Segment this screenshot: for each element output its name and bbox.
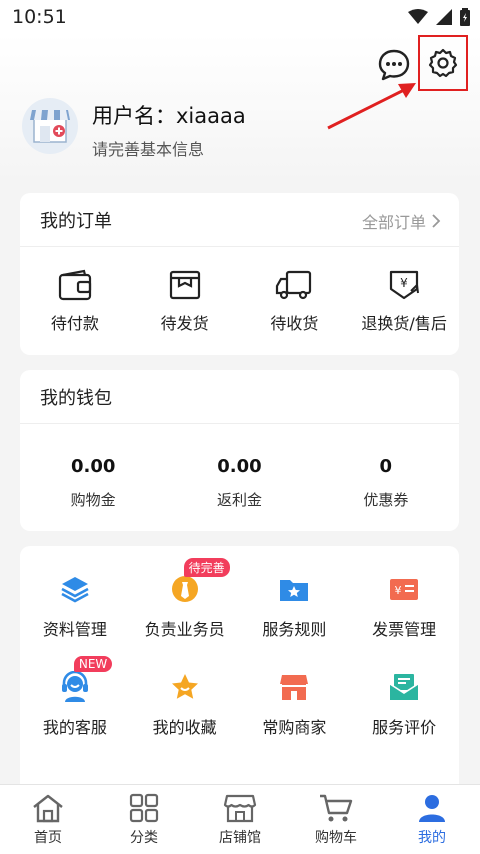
status-bar: 10:51 xyxy=(0,0,480,34)
wallet-title: 我的钱包 xyxy=(40,388,112,409)
service-customer-support-label: 我的客服 xyxy=(42,718,107,737)
order-status-row: 待付款 待发货 待收货 ¥ 退换货/售后 xyxy=(20,269,459,334)
service-customer-support[interactable]: NEW 我的客服 xyxy=(20,656,130,738)
avatar[interactable] xyxy=(22,98,78,154)
tab-home-label: 首页 xyxy=(34,830,62,846)
wallet-rebate-label: 返利金 xyxy=(216,491,262,509)
wallet-coupons-label: 优惠券 xyxy=(363,491,409,509)
wallet-coupons[interactable]: 0 优惠券 xyxy=(313,456,459,510)
service-salesman-label: 负责业务员 xyxy=(144,620,225,639)
wallet-coupons-value: 0 xyxy=(379,456,393,477)
order-refund[interactable]: ¥ 退换货/售后 xyxy=(349,269,459,334)
order-pending-payment[interactable]: 待付款 xyxy=(20,269,130,334)
shop-avatar-icon xyxy=(30,110,70,143)
chevron-right-icon xyxy=(432,214,441,228)
wallet-card: 我的钱包 0.00 购物金 0.00 返利金 0 优惠券 xyxy=(20,370,459,531)
service-invoice-label: 发票管理 xyxy=(372,620,437,639)
tab-category[interactable]: 分类 xyxy=(96,785,192,854)
tab-category-label: 分类 xyxy=(130,830,158,846)
orders-card: 我的订单 全部订单 待付款 待发货 待收货 ¥ 退换货/售后 xyxy=(20,193,459,355)
tab-mine[interactable]: 我的 xyxy=(384,785,480,854)
wallet-rebate[interactable]: 0.00 返利金 xyxy=(166,456,312,510)
user-icon xyxy=(419,795,445,822)
store-icon xyxy=(223,794,257,823)
service-invoice[interactable]: ¥ 发票管理 xyxy=(349,572,459,640)
service-salesman[interactable]: 待完善 负责业务员 xyxy=(130,558,240,640)
service-frequent-merchants[interactable]: 常购商家 xyxy=(240,670,350,738)
service-profile-management-label: 资料管理 xyxy=(42,620,107,639)
signal-icon xyxy=(436,9,452,25)
bottom-tab-bar: 首页 分类 店铺馆 购物车 我的 xyxy=(0,784,480,854)
divider xyxy=(20,423,459,424)
box-icon xyxy=(169,270,200,300)
home-icon xyxy=(33,794,63,823)
all-orders-label: 全部订单 xyxy=(361,213,426,232)
service-rules[interactable]: 服务规则 xyxy=(240,572,350,640)
service-profile-management[interactable]: 资料管理 xyxy=(20,572,130,640)
shop-icon xyxy=(280,675,309,700)
order-refund-label: 退换货/售后 xyxy=(361,314,447,333)
battery-icon xyxy=(460,8,470,26)
services-row-1: 资料管理 待完善 负责业务员 服务规则 ¥ 发票管理 xyxy=(20,558,459,640)
tab-store[interactable]: 店铺馆 xyxy=(192,785,288,854)
message-button[interactable] xyxy=(377,48,411,82)
service-favorites-label: 我的收藏 xyxy=(152,718,217,737)
service-frequent-merchants-label: 常购商家 xyxy=(262,718,327,737)
invoice-icon: ¥ xyxy=(390,579,419,600)
order-pending-payment-label: 待付款 xyxy=(50,314,99,333)
svg-text:¥: ¥ xyxy=(395,584,402,597)
star-icon xyxy=(171,674,198,699)
order-pending-receipt-label: 待收货 xyxy=(270,314,319,333)
truck-icon xyxy=(276,270,312,300)
svg-text:¥: ¥ xyxy=(400,276,408,290)
orders-title: 我的订单 xyxy=(40,211,112,232)
salesman-icon xyxy=(171,576,198,602)
wifi-icon xyxy=(408,9,428,24)
wallet-icon xyxy=(58,269,91,301)
headset-icon xyxy=(61,671,88,702)
username: 用户名：xiaaaa xyxy=(92,104,246,128)
wallet-rebate-value: 0.00 xyxy=(217,456,262,477)
all-orders-link[interactable]: 全部订单 xyxy=(362,209,441,233)
order-pending-receipt[interactable]: 待收货 xyxy=(240,269,350,334)
wallet-shopping-credit-value: 0.00 xyxy=(70,456,116,477)
tab-store-label: 店铺馆 xyxy=(219,830,261,846)
cart-icon xyxy=(320,794,353,822)
order-pending-shipment[interactable]: 待发货 xyxy=(130,269,240,334)
badge-new: NEW xyxy=(73,656,113,672)
tab-home[interactable]: 首页 xyxy=(0,785,96,854)
annotation-arrow-icon xyxy=(327,83,416,130)
status-icons xyxy=(408,8,470,26)
divider xyxy=(20,246,459,247)
layers-icon xyxy=(61,577,89,603)
wallet-shopping-credit-label: 购物金 xyxy=(70,491,116,509)
service-review-label: 服务评价 xyxy=(372,718,437,737)
complete-profile-link[interactable]: 请完善基本信息 xyxy=(92,136,204,160)
refund-icon: ¥ xyxy=(390,270,420,300)
status-time: 10:51 xyxy=(12,6,67,28)
tab-mine-label: 我的 xyxy=(418,830,446,846)
services-card: 资料管理 待完善 负责业务员 服务规则 ¥ 发票管理 NEW 我的客服 我的收藏… xyxy=(20,546,459,796)
service-favorites[interactable]: 我的收藏 xyxy=(130,670,240,738)
order-pending-shipment-label: 待发货 xyxy=(160,314,209,333)
service-rules-label: 服务规则 xyxy=(262,620,327,639)
tab-cart-label: 购物车 xyxy=(315,830,357,846)
service-review[interactable]: 服务评价 xyxy=(349,670,459,738)
folder-star-icon xyxy=(280,580,309,601)
services-row-2: NEW 我的客服 我的收藏 常购商家 服务评价 xyxy=(20,656,459,738)
tab-cart[interactable]: 购物车 xyxy=(288,785,384,854)
envelope-icon xyxy=(389,674,419,700)
wallet-shopping-credit[interactable]: 0.00 购物金 xyxy=(20,456,166,510)
badge-incomplete: 待完善 xyxy=(183,558,230,577)
wallet-row: 0.00 购物金 0.00 返利金 0 优惠券 xyxy=(20,456,459,510)
chat-bubble-icon xyxy=(378,49,410,81)
gear-icon xyxy=(428,48,458,78)
grid-icon xyxy=(129,793,159,823)
